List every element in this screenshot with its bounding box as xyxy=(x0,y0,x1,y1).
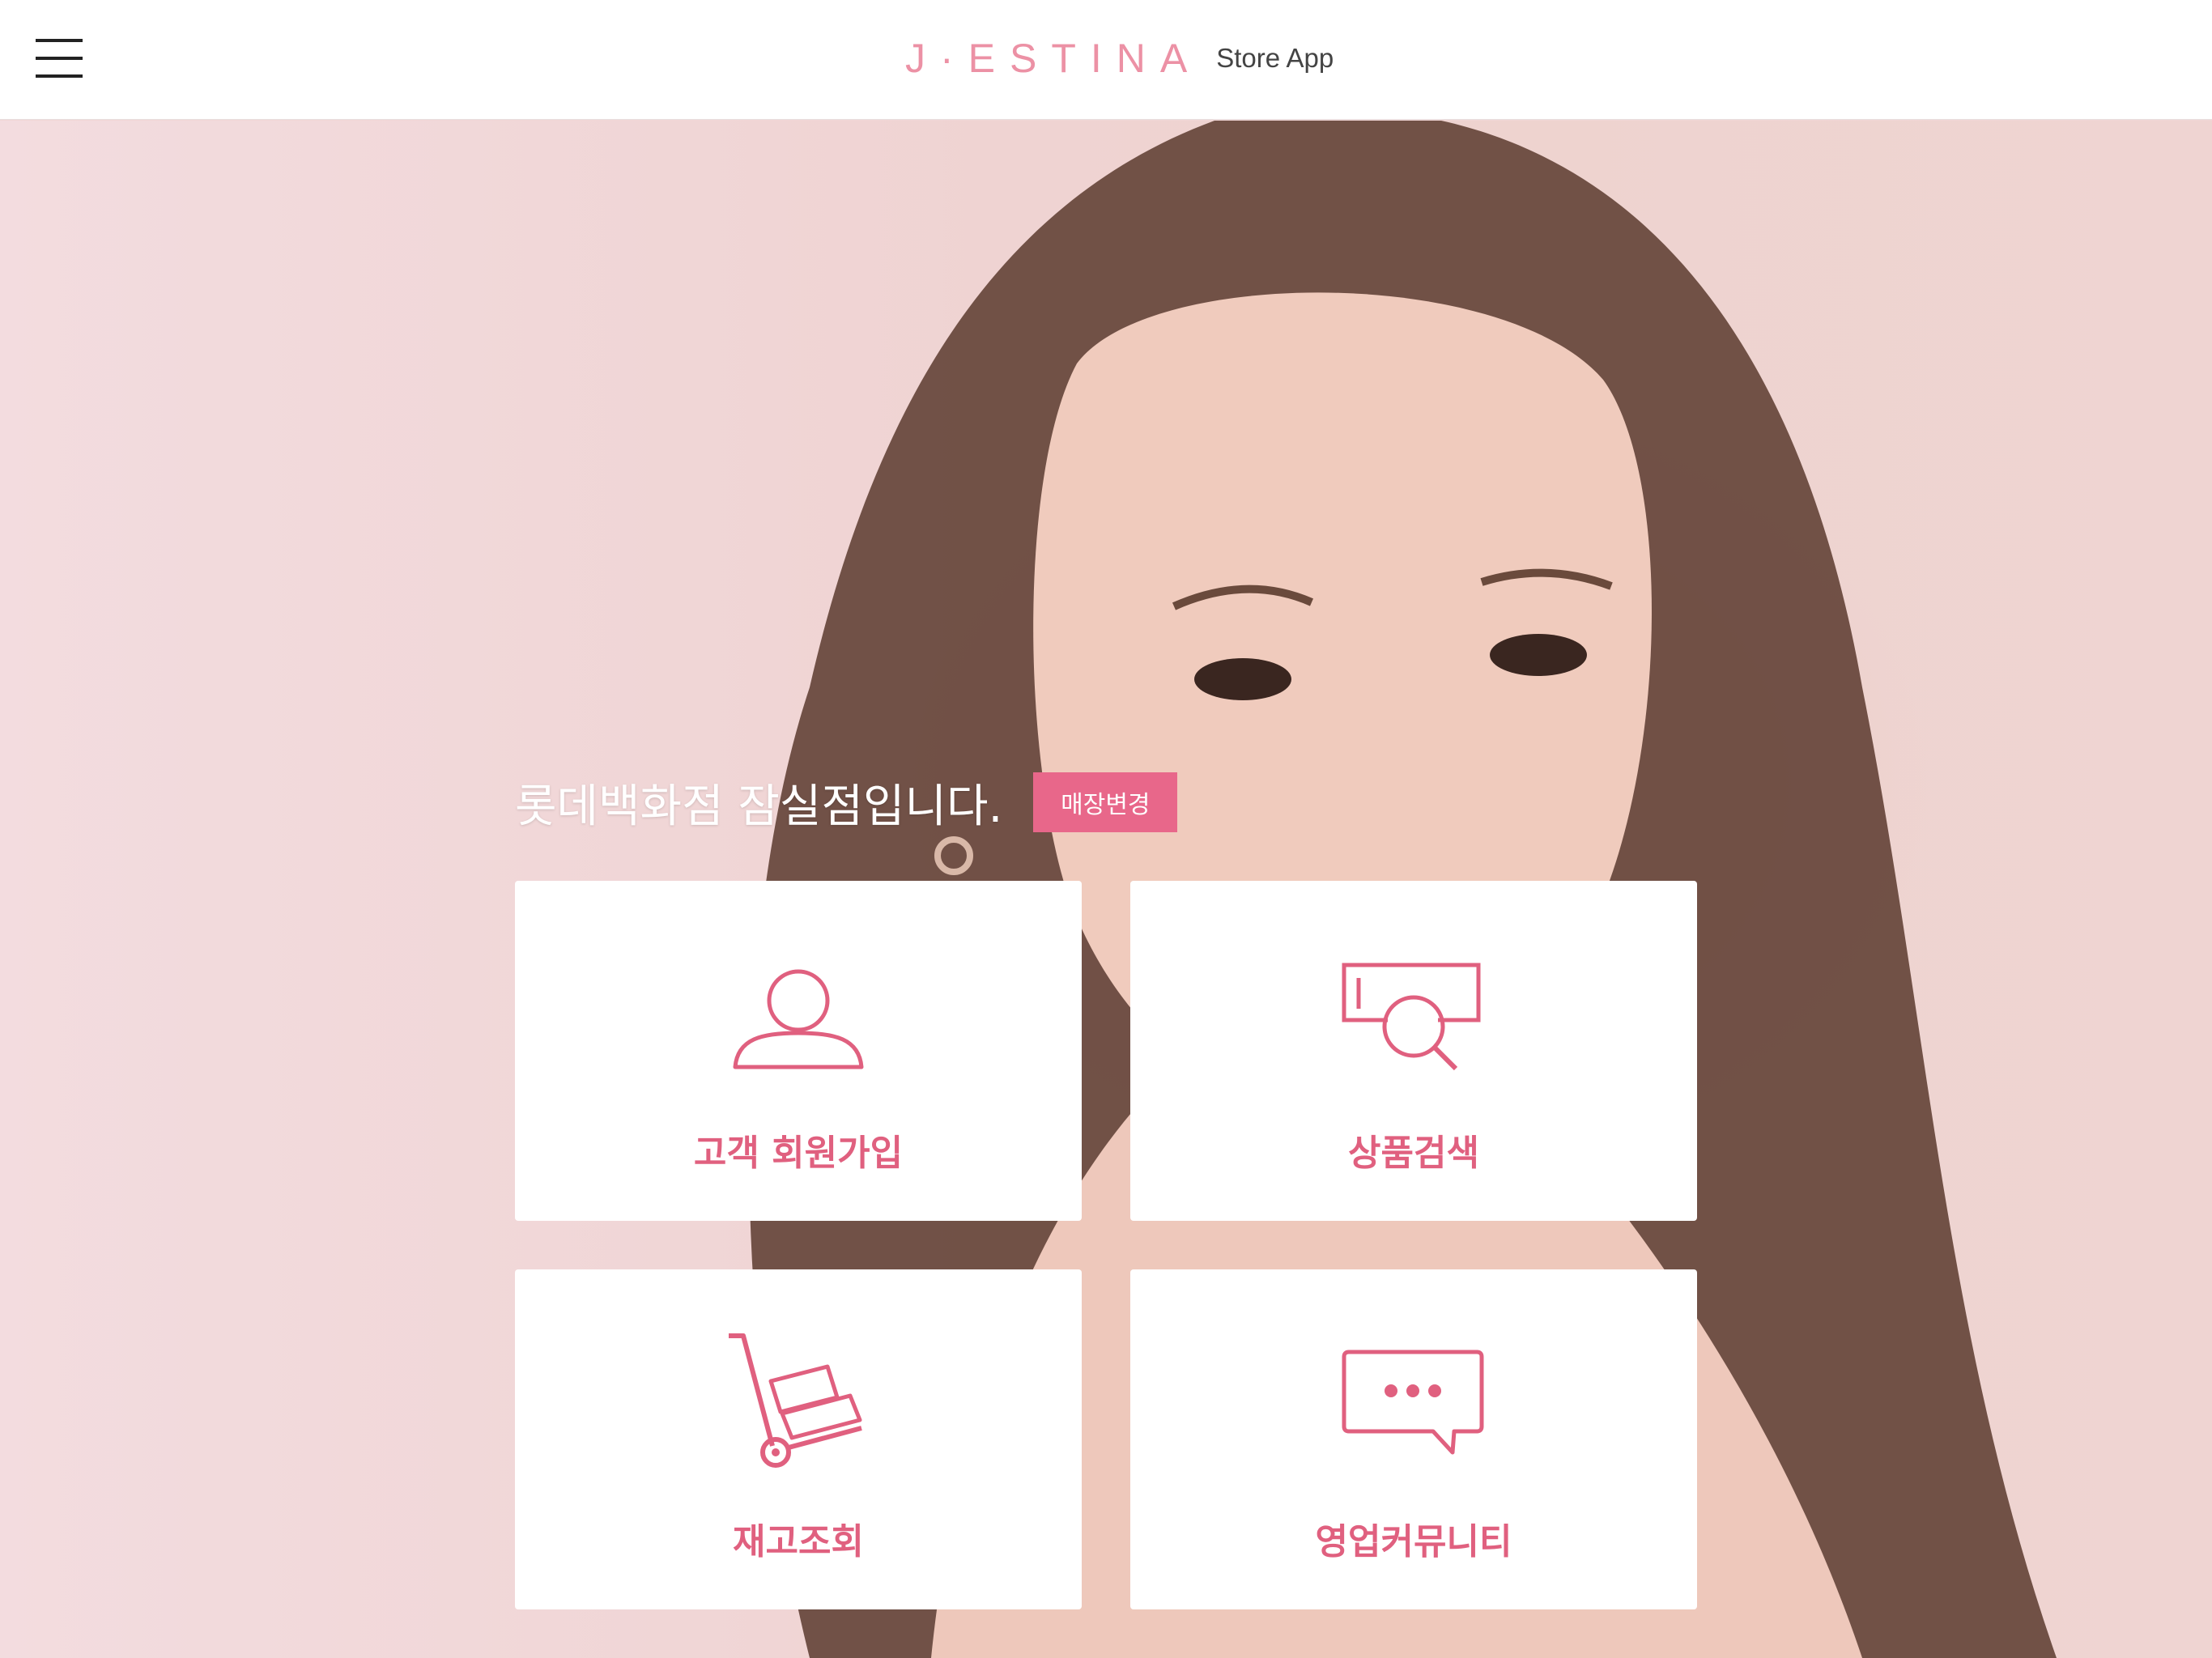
tile-label: 고객 회원가입 xyxy=(693,1133,904,1174)
tile-label: 재고조회 xyxy=(733,1521,864,1562)
store-greeting: 롯데백화점 잠실점입니다. xyxy=(515,780,1003,833)
brand: J·ESTINA Store App xyxy=(905,32,1334,84)
product-search-icon xyxy=(1130,962,1697,1107)
brand-logo: J·ESTINA xyxy=(905,36,1202,81)
tile-product-search[interactable]: 상품검색 xyxy=(1130,881,1697,1221)
chat-bubble-icon xyxy=(1130,1347,1697,1493)
hamburger-menu-icon[interactable] xyxy=(36,36,83,81)
app-header: J·ESTINA Store App xyxy=(0,0,2212,120)
tile-sales-community[interactable]: 영업커뮤니티 xyxy=(1130,1269,1697,1609)
tile-label: 상품검색 xyxy=(1348,1133,1479,1174)
user-icon xyxy=(515,962,1082,1107)
app-label: Store App xyxy=(1216,43,1334,73)
tile-label: 영업커뮤니티 xyxy=(1315,1521,1512,1562)
store-info: 롯데백화점 잠실점입니다. 매장변경 xyxy=(515,772,1178,833)
change-store-button[interactable]: 매장변경 xyxy=(1033,772,1178,832)
hero-background-image xyxy=(0,121,2212,1658)
tile-inventory-check[interactable]: 재고조회 xyxy=(515,1269,1082,1609)
hand-truck-icon xyxy=(515,1333,1082,1478)
tile-customer-signup[interactable]: 고객 회원가입 xyxy=(515,881,1082,1221)
